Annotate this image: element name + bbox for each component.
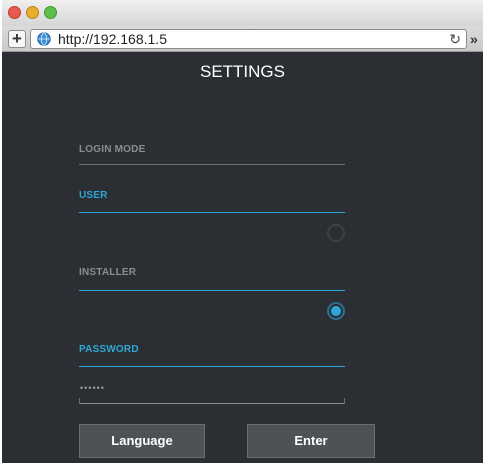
user-divider xyxy=(79,212,345,213)
url-text: http://192.168.1.5 xyxy=(58,31,167,47)
enter-button[interactable]: Enter xyxy=(247,424,375,458)
globe-icon xyxy=(37,32,51,46)
password-label: PASSWORD xyxy=(79,344,139,355)
address-bar[interactable]: http://192.168.1.5 ↻ xyxy=(30,29,467,49)
radio-selected-dot xyxy=(331,306,341,316)
user-label: USER xyxy=(79,190,108,201)
installer-divider xyxy=(79,290,345,291)
minimize-window-button[interactable] xyxy=(26,6,39,19)
installer-label: INSTALLER xyxy=(79,267,137,278)
add-bookmark-button[interactable]: + xyxy=(8,30,26,48)
installer-radio[interactable] xyxy=(327,302,345,320)
title-bar xyxy=(2,0,483,26)
login-mode-label: LOGIN MODE xyxy=(79,144,146,155)
password-input[interactable]: •••••• xyxy=(80,383,105,393)
browser-window: + http://192.168.1.5 ↻ » SETTINGS LOGIN … xyxy=(2,0,483,463)
page-title: SETTINGS xyxy=(199,62,285,81)
zoom-window-button[interactable] xyxy=(44,6,57,19)
password-field-underline xyxy=(79,398,345,404)
more-button[interactable]: » xyxy=(470,30,478,48)
user-radio[interactable] xyxy=(327,224,345,242)
reload-icon[interactable]: ↻ xyxy=(449,30,461,48)
login-mode-divider xyxy=(79,164,345,165)
password-divider xyxy=(79,366,345,367)
browser-toolbar: + http://192.168.1.5 ↻ » xyxy=(2,26,483,52)
language-button[interactable]: Language xyxy=(79,424,205,458)
close-window-button[interactable] xyxy=(8,6,21,19)
settings-panel: SETTINGS LOGIN MODE USER INSTALLER PASSW… xyxy=(2,52,483,463)
